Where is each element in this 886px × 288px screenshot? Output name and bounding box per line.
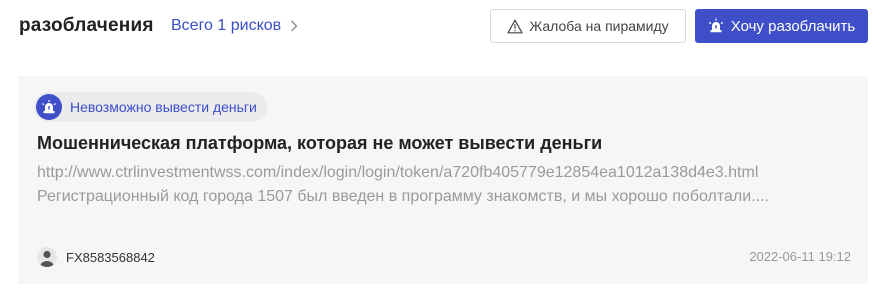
chevron-right-icon [291,20,298,32]
author-name: FX8583568842 [66,249,155,265]
author-info[interactable]: FX8583568842 [37,247,155,267]
section-title: разоблачения [19,15,154,36]
risk-url: http://www.ctrlinvestmentwss.com/index/l… [37,164,759,181]
risk-description: Регистрационный код города 1507 был введ… [37,188,769,205]
complaint-button[interactable]: Жалоба на пирамиду [490,9,686,43]
complaint-button-label: Жалоба на пирамиду [529,18,669,34]
alarm-siren-icon [708,18,723,33]
post-date: 2022-06-11 19:12 [749,249,851,264]
total-risks-label: Всего 1 рисков [171,17,282,34]
risk-title[interactable]: Мошенническая платформа, которая не може… [37,133,602,154]
panel-header: разоблачения Всего 1 рисков Жалоба на пи… [0,0,886,56]
alarm-siren-icon [36,94,62,120]
exposures-panel: разоблачения Всего 1 рисков Жалоба на пи… [0,0,886,288]
category-tag-label: Невозможно вывести деньги [70,99,257,115]
category-tag: Невозможно вывести деньги [34,92,267,122]
total-risks-link[interactable]: Всего 1 рисков [171,17,301,35]
expose-button-label: Хочу разоблачить [730,17,856,35]
risk-card[interactable]: Невозможно вывести деньги Мошенническая … [18,76,868,284]
expose-button[interactable]: Хочу разоблачить [695,9,868,43]
warning-triangle-icon [507,19,523,33]
user-avatar-icon [37,247,57,267]
